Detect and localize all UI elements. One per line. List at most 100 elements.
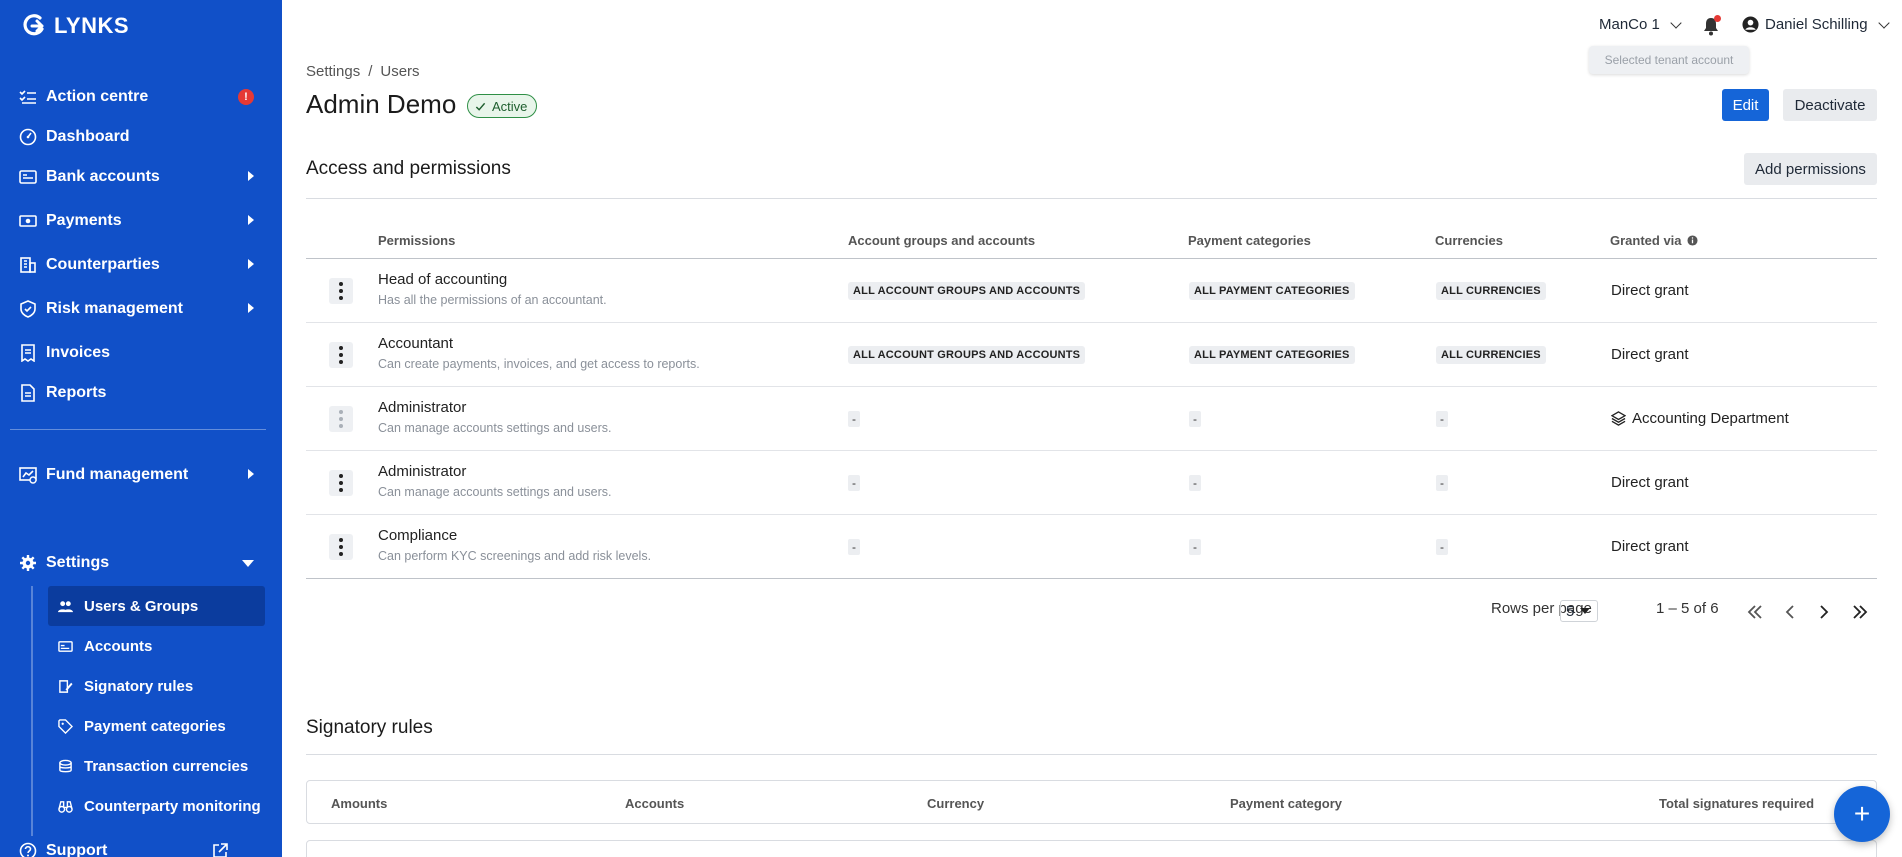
sidebar-item-support[interactable]: Support bbox=[18, 835, 264, 857]
granted-via[interactable]: Accounting Department bbox=[1611, 410, 1789, 427]
sidebar-subitem-users-groups[interactable]: Users & Groups bbox=[48, 586, 265, 626]
row-menu-button[interactable] bbox=[329, 342, 353, 368]
permission-description: Can create payments, invoices, and get a… bbox=[378, 357, 700, 371]
sidebar-item-payments[interactable]: Payments bbox=[18, 205, 264, 237]
permission-name: Administrator bbox=[378, 399, 467, 416]
accounts-empty: - bbox=[848, 539, 860, 555]
coins-icon bbox=[56, 757, 74, 775]
card-icon bbox=[56, 637, 74, 655]
column-header-payment-categories: Payment categories bbox=[1188, 233, 1311, 248]
user-name: Daniel Schilling bbox=[1765, 16, 1868, 33]
sidebar-item-settings[interactable]: Settings bbox=[18, 547, 264, 579]
user-menu[interactable]: Daniel Schilling bbox=[1742, 16, 1890, 33]
sidebar-item-invoices[interactable]: Invoices bbox=[18, 337, 264, 369]
granted-via-text: Direct grant bbox=[1611, 474, 1689, 491]
sidebar-item-label: Reports bbox=[46, 384, 107, 401]
column-header-permissions: Permissions bbox=[378, 233, 456, 248]
sidebar-subitem-counterparty-monitoring[interactable]: Counterparty monitoring bbox=[48, 786, 265, 826]
sidebar-subitem-label: Payment categories bbox=[84, 717, 226, 735]
last-page-button[interactable] bbox=[1848, 600, 1872, 624]
row-menu-button[interactable] bbox=[329, 470, 353, 496]
access-section-title: Access and permissions bbox=[306, 158, 511, 179]
permission-name: Administrator bbox=[378, 463, 467, 480]
permission-description: Can perform KYC screenings and add risk … bbox=[378, 549, 652, 563]
caret-right-icon bbox=[248, 259, 254, 269]
currencies-empty: - bbox=[1436, 475, 1448, 491]
tenant-selector[interactable]: ManCo 1 bbox=[1599, 16, 1682, 33]
notification-dot bbox=[1714, 15, 1721, 22]
permission-name: Head of accounting bbox=[378, 271, 508, 288]
table-row: Administrator Can manage accounts settin… bbox=[306, 451, 1877, 515]
user-avatar-icon bbox=[1742, 16, 1759, 33]
info-icon[interactable] bbox=[1686, 235, 1698, 246]
chevron-down-icon bbox=[1670, 16, 1682, 29]
sidebar-item-label: Support bbox=[46, 842, 108, 857]
granted-via-text: Direct grant bbox=[1611, 346, 1689, 363]
document-icon bbox=[18, 383, 38, 403]
currencies-empty: - bbox=[1436, 539, 1448, 555]
section-divider bbox=[306, 198, 1877, 199]
categories-empty: - bbox=[1189, 475, 1201, 491]
next-page-button[interactable] bbox=[1812, 600, 1836, 624]
dropdown-arrow-icon bbox=[1580, 608, 1591, 614]
granted-via: Direct grant bbox=[1611, 474, 1689, 491]
help-circle-icon bbox=[18, 841, 38, 857]
sidebar-item-bank-accounts[interactable]: Bank accounts bbox=[18, 161, 264, 193]
accounts-tag: ALL ACCOUNT GROUPS AND ACCOUNTS bbox=[848, 346, 1086, 364]
sidebar-item-action-centre[interactable]: Action centre ! bbox=[18, 81, 264, 113]
sidebar-item-dashboard[interactable]: Dashboard bbox=[18, 121, 264, 153]
sidebar-subitem-accounts[interactable]: Accounts bbox=[48, 626, 265, 666]
row-menu-button-disabled bbox=[329, 406, 353, 432]
sidebar-item-label: Risk management bbox=[46, 300, 183, 317]
breadcrumb-users[interactable]: Users bbox=[380, 63, 419, 80]
money-icon bbox=[18, 211, 38, 231]
rows-per-page-select[interactable]: 5 bbox=[1560, 600, 1598, 622]
receipt-icon bbox=[18, 343, 38, 363]
sidebar-item-fund-management[interactable]: Fund management bbox=[18, 459, 264, 491]
tenant-tooltip: Selected tenant account bbox=[1589, 46, 1749, 74]
tag-icon bbox=[56, 717, 74, 735]
granted-via-label: Granted via bbox=[1610, 233, 1682, 248]
breadcrumb-settings[interactable]: Settings bbox=[306, 63, 360, 80]
sidebar-subitem-label: Users & Groups bbox=[84, 597, 199, 615]
sidebar-item-counterparties[interactable]: Counterparties bbox=[18, 249, 264, 281]
sidebar-item-reports[interactable]: Reports bbox=[18, 377, 264, 409]
lynks-logo[interactable]: LYNKS bbox=[20, 12, 129, 40]
row-menu-button[interactable] bbox=[329, 534, 353, 560]
sidebar-item-risk-management[interactable]: Risk management bbox=[18, 293, 264, 325]
sidebar-subitem-label: Transaction currencies bbox=[84, 757, 249, 775]
caret-right-icon bbox=[248, 303, 254, 313]
previous-page-button[interactable] bbox=[1778, 600, 1802, 624]
accounts-empty: - bbox=[848, 475, 860, 491]
column-header-currency: Currency bbox=[927, 796, 985, 811]
chevron-right-icon bbox=[1820, 605, 1829, 619]
row-menu-button[interactable] bbox=[329, 278, 353, 304]
table-row: Head of accounting Has all the permissio… bbox=[306, 259, 1877, 323]
sidebar-item-label: Counterparties bbox=[46, 256, 160, 273]
sidebar-divider bbox=[10, 429, 266, 430]
permission-description: Can manage accounts settings and users. bbox=[378, 485, 612, 499]
edit-button[interactable]: Edit bbox=[1722, 89, 1769, 121]
sidebar-item-label: Settings bbox=[46, 554, 110, 571]
permission-description: Has all the permissions of an accountant… bbox=[378, 293, 607, 307]
sidebar-subitem-payment-categories[interactable]: Payment categories bbox=[48, 706, 265, 746]
gauge-icon bbox=[18, 127, 38, 147]
sidebar-subitem-transaction-currencies[interactable]: Transaction currencies bbox=[48, 746, 265, 786]
granted-via: Direct grant bbox=[1611, 282, 1689, 299]
first-page-button[interactable] bbox=[1743, 600, 1767, 624]
double-chevron-right-icon bbox=[1853, 605, 1868, 619]
checklist-icon bbox=[18, 87, 38, 107]
deactivate-button[interactable]: Deactivate bbox=[1783, 89, 1877, 121]
sidebar-item-label: Action centre bbox=[46, 88, 149, 105]
alert-badge: ! bbox=[238, 89, 254, 105]
kebab-icon bbox=[339, 410, 343, 428]
add-permissions-button[interactable]: Add permissions bbox=[1744, 153, 1877, 185]
add-fab-button[interactable]: + bbox=[1834, 786, 1890, 842]
logo-text: LYNKS bbox=[54, 13, 130, 38]
granted-via: Direct grant bbox=[1611, 346, 1689, 363]
sidebar-subitem-signatory-rules[interactable]: Signatory rules bbox=[48, 666, 265, 706]
submenu-line bbox=[31, 586, 33, 836]
signatory-table-header: Amounts Accounts Currency Payment catego… bbox=[306, 780, 1877, 824]
permission-name: Compliance bbox=[378, 527, 458, 544]
column-header-granted-via: Granted via bbox=[1610, 233, 1698, 248]
